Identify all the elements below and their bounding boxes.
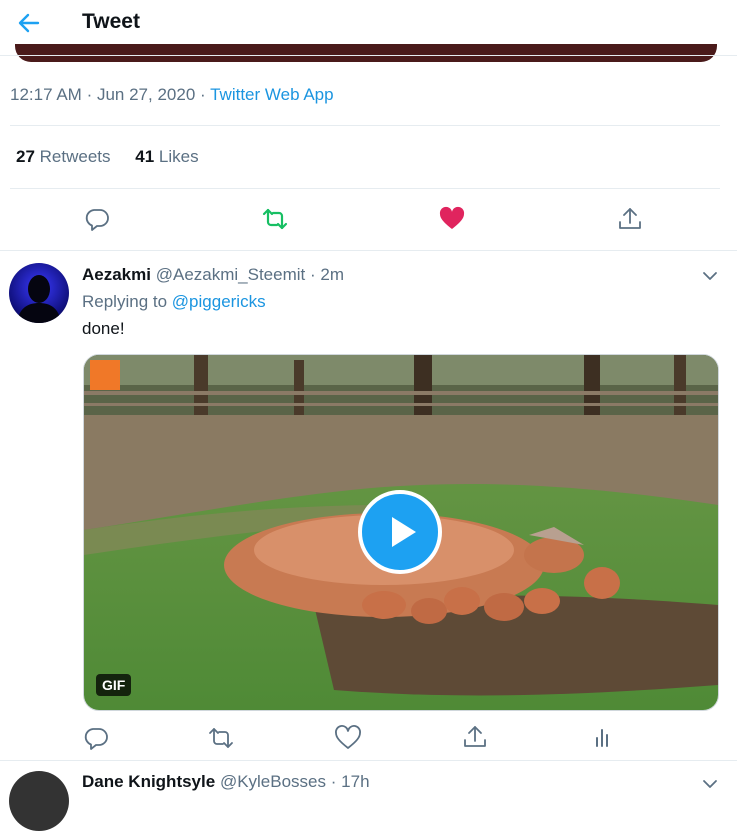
- reply-author-line: Aezakmi @Aezakmi_Steemit · 2m: [82, 265, 344, 285]
- retweet-icon[interactable]: [207, 724, 235, 752]
- play-icon[interactable]: [358, 490, 442, 574]
- separator-dot: ·: [86, 85, 93, 104]
- chevron-down-icon[interactable]: [700, 266, 720, 286]
- heart-outline-icon[interactable]: [334, 724, 362, 752]
- next-reply-author-line: Dane Knightsyle @KyleBosses · 17h: [82, 772, 370, 792]
- author-handle[interactable]: @Aezakmi_Steemit: [156, 265, 306, 284]
- divider: [0, 55, 737, 56]
- reply-time[interactable]: 17h: [341, 772, 369, 791]
- likes-label: Likes: [158, 147, 199, 166]
- reply-icon[interactable]: [82, 724, 110, 752]
- reply-icon[interactable]: [83, 205, 111, 233]
- reply-time[interactable]: 2m: [320, 265, 344, 284]
- previous-media-edge: [15, 44, 717, 62]
- likes-stat[interactable]: 41 Likes: [135, 147, 198, 166]
- tweet-timestamp: 12:17 AM · Jun 27, 2020 · Twitter Web Ap…: [10, 85, 334, 105]
- tweet-date[interactable]: Jun 27, 2020: [97, 85, 195, 104]
- reply-text: done!: [82, 319, 125, 338]
- author-name[interactable]: Aezakmi: [82, 265, 151, 284]
- retweet-icon[interactable]: [261, 205, 289, 233]
- divider: [10, 125, 720, 126]
- likes-count: 41: [135, 147, 155, 166]
- tweet-source-link[interactable]: Twitter Web App: [210, 85, 333, 104]
- avatar[interactable]: [9, 263, 69, 323]
- retweets-count: 27: [16, 147, 35, 166]
- analytics-icon[interactable]: [588, 724, 616, 752]
- share-icon[interactable]: [616, 205, 644, 233]
- divider: [10, 188, 720, 189]
- retweets-label: Retweets: [39, 147, 111, 166]
- author-handle[interactable]: @KyleBosses: [220, 772, 326, 791]
- divider: [0, 760, 737, 761]
- page-title: Tweet: [82, 10, 140, 33]
- arrow-left-icon[interactable]: [14, 8, 44, 38]
- replying-to-label: Replying to: [82, 292, 168, 311]
- separator-dot: ·: [330, 772, 337, 791]
- replying-to-handle[interactable]: @piggericks: [172, 292, 266, 311]
- gif-badge: GIF: [96, 674, 132, 696]
- replying-to: Replying to @piggericks: [82, 292, 266, 312]
- separator-dot: ·: [200, 85, 206, 104]
- author-name[interactable]: Dane Knightsyle: [82, 772, 215, 791]
- share-icon[interactable]: [461, 723, 489, 751]
- tweet-stats: 27 Retweets 41 Likes: [16, 147, 219, 167]
- chevron-down-icon[interactable]: [700, 774, 720, 794]
- separator-dot: ·: [309, 265, 316, 284]
- heart-icon[interactable]: [438, 205, 466, 233]
- tweet-time[interactable]: 12:17 AM: [10, 85, 82, 104]
- retweets-stat[interactable]: 27 Retweets: [16, 147, 115, 166]
- divider: [0, 250, 737, 251]
- avatar[interactable]: [9, 771, 69, 831]
